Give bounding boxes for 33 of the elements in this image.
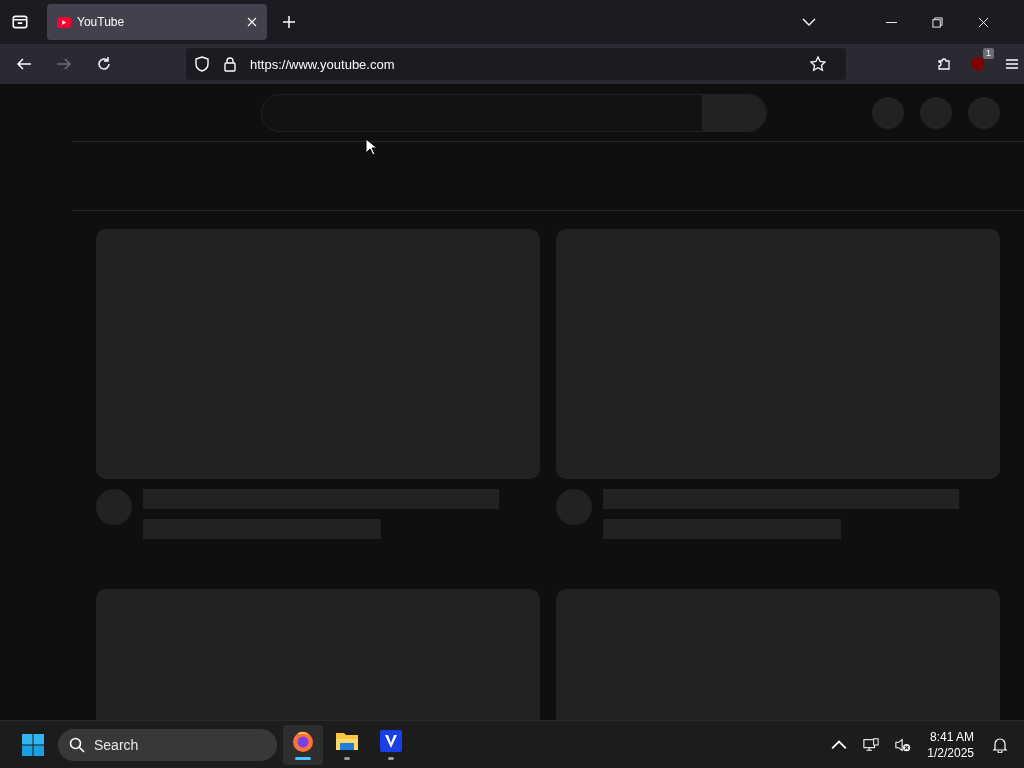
url-text: https://www.youtube.com (250, 56, 395, 72)
restore-icon[interactable] (932, 16, 943, 28)
browser-tab[interactable]: YouTube (46, 4, 267, 40)
v-app-icon (379, 729, 403, 753)
menu-icon[interactable] (1004, 56, 1020, 72)
tab-list-icon[interactable] (11, 13, 29, 31)
clock-date: 1/2/2025 (927, 744, 974, 761)
search-icon (69, 736, 85, 753)
clock-time: 8:41 AM (929, 728, 974, 745)
speaker-muted-icon[interactable] (895, 736, 912, 753)
lock-icon[interactable] (222, 56, 238, 72)
fox-globe-icon (291, 729, 315, 753)
search-field[interactable]: Search (58, 728, 277, 761)
close-icon[interactable] (247, 17, 257, 27)
play-icon (57, 16, 71, 28)
cursor-icon (365, 138, 377, 156)
network-icon[interactable] (863, 736, 880, 753)
windows-icon[interactable] (21, 732, 45, 757)
new-tab-icon[interactable] (282, 15, 296, 29)
reload-icon[interactable] (96, 56, 112, 72)
count-badge: 1 (983, 48, 994, 59)
forward-icon[interactable] (56, 56, 72, 72)
tab-title: YouTube (77, 15, 126, 29)
back-icon[interactable] (16, 56, 32, 72)
address-bar[interactable]: https://www.youtube.com (186, 48, 846, 80)
bell-icon[interactable] (992, 736, 1008, 753)
close-window-icon[interactable] (978, 16, 989, 28)
puzzle-icon[interactable] (936, 56, 952, 72)
chevron-down-icon[interactable] (802, 18, 816, 26)
star-icon[interactable] (810, 56, 826, 72)
shield-icon[interactable] (194, 56, 210, 72)
taskbar-app[interactable] (283, 724, 323, 765)
clock[interactable]: 8:41 AM 1/2/2025 (927, 728, 974, 761)
